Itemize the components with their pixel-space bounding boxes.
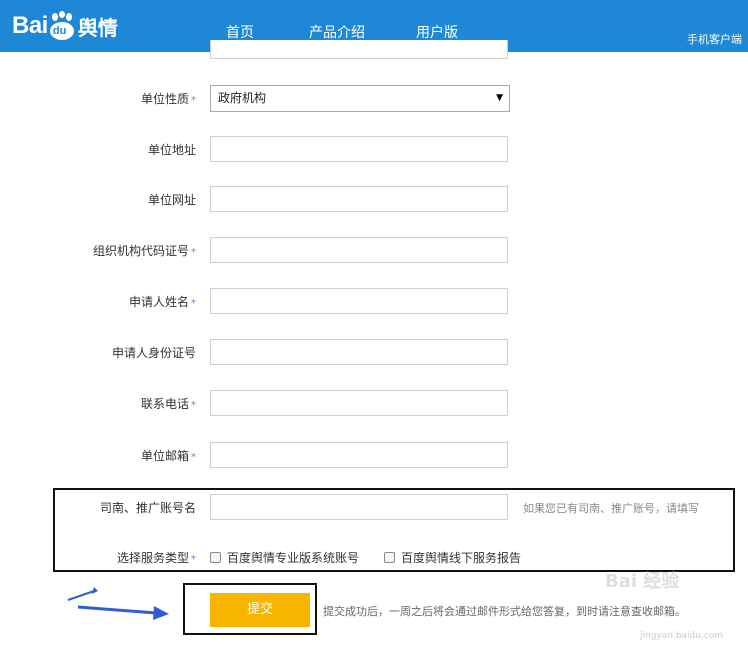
nav-product-intro[interactable]: 产品介绍	[309, 22, 365, 42]
account-name-hint: 如果您已有司南、推广账号，请填写	[523, 502, 699, 515]
baidu-yuqing-logo[interactable]: Bai du 舆情	[12, 8, 118, 44]
checkbox[interactable]	[210, 552, 221, 563]
watermark-url: jingyan.baidu.com	[640, 631, 724, 641]
nav-home[interactable]: 首页	[226, 22, 254, 42]
applicant-id-label: 申请人身份证号	[111, 346, 196, 360]
checkbox[interactable]	[384, 552, 395, 563]
service-type-label: 选择服务类型	[116, 551, 189, 565]
form-row-applicant-id: 申请人身份证号	[0, 339, 748, 367]
org-code-input[interactable]	[210, 237, 508, 263]
paw-icon: du	[49, 11, 75, 41]
form-row-service-type: 选择服务类型 * 百度舆情专业版系统账号 百度舆情线下服务报告	[0, 546, 748, 566]
email-label: 单位邮箱	[140, 449, 189, 463]
phone-input[interactable]	[210, 390, 508, 416]
form-row-unit-type: 单位性质 * 政府机构 ▼	[0, 85, 748, 113]
unit-address-label: 单位地址	[147, 143, 196, 157]
applicant-name-label: 申请人姓名	[128, 295, 189, 309]
form-row-email: 单位邮箱 *	[0, 442, 748, 470]
required-marker: *	[191, 298, 196, 309]
email-input[interactable]	[210, 442, 508, 468]
logo-suffix: 舆情	[77, 15, 118, 40]
unit-address-input[interactable]	[210, 136, 508, 162]
nav-user-version[interactable]: 用户版	[416, 22, 458, 42]
applicant-id-input[interactable]	[210, 339, 508, 365]
phone-label: 联系电话	[140, 397, 189, 411]
applicant-name-input[interactable]	[210, 288, 508, 314]
form-row-account-name: 司南、推广账号名 如果您已有司南、推广账号，请填写	[0, 494, 748, 522]
previous-input-field[interactable]	[210, 40, 508, 59]
annotation-arrow-icon	[67, 587, 169, 620]
form-row-unit-website: 单位网址	[0, 186, 748, 214]
submit-button[interactable]: 提交	[210, 593, 310, 627]
required-marker: *	[191, 452, 196, 463]
mobile-client-link[interactable]: 手机客户端	[687, 31, 742, 47]
form-row-phone: 联系电话 *	[0, 390, 748, 418]
org-code-label: 组织机构代码证号	[92, 244, 189, 258]
required-marker: *	[191, 95, 196, 106]
service-option-pro-account[interactable]: 百度舆情专业版系统账号	[210, 549, 359, 566]
service-option-label: 百度舆情线下服务报告	[401, 551, 522, 565]
logo-du-text: du	[52, 25, 67, 37]
form-row-applicant-name: 申请人姓名 *	[0, 288, 748, 316]
unit-website-input[interactable]	[210, 186, 508, 212]
form-row-unit-address: 单位地址	[0, 136, 748, 164]
required-marker: *	[191, 400, 196, 411]
unit-type-label: 单位性质	[140, 92, 189, 106]
unit-type-value: 政府机构	[218, 91, 267, 105]
form-row-org-code: 组织机构代码证号 *	[0, 237, 748, 265]
required-marker: *	[191, 247, 196, 258]
dropdown-arrow-icon: ▼	[496, 93, 503, 103]
logo-text: Bai	[12, 12, 48, 39]
submit-note: 提交成功后，一周之后将会通过邮件形式给您答复，到时请注意查收邮箱。	[323, 605, 686, 618]
unit-website-label: 单位网址	[147, 193, 196, 207]
service-option-offline-report[interactable]: 百度舆情线下服务报告	[384, 549, 521, 566]
service-option-label: 百度舆情专业版系统账号	[227, 551, 360, 565]
account-name-input[interactable]	[210, 494, 508, 520]
account-name-label: 司南、推广账号名	[99, 501, 196, 515]
required-marker: *	[191, 554, 196, 565]
watermark-brand: Bai 经验	[605, 571, 680, 592]
unit-type-select[interactable]: 政府机构 ▼	[210, 85, 510, 112]
